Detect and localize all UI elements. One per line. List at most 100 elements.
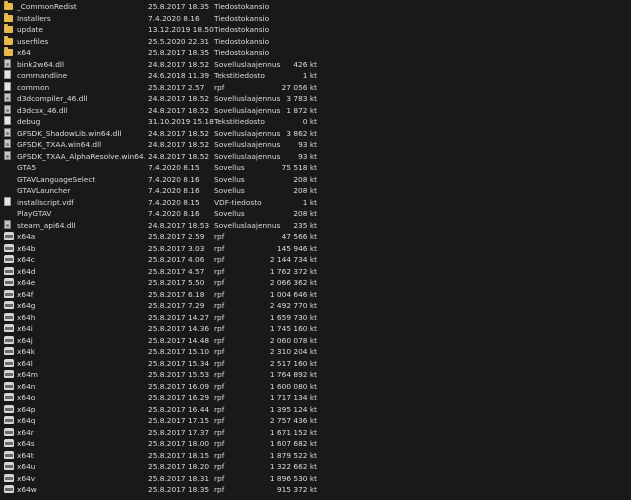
file-row[interactable]: GTAVLauncher 7.4.2020 8.16 Sovellus 208 kt — [0, 185, 631, 197]
file-date: 24.8.2017 18.52 — [148, 94, 210, 103]
file-row[interactable]: x64h 25.8.2017 14.27 rpf 1 659 730 kt — [0, 312, 631, 324]
rpf-archive-icon — [4, 462, 14, 470]
file-icon-cell — [4, 1, 14, 13]
file-row[interactable]: x64i 25.8.2017 14.36 rpf 1 745 160 kt — [0, 323, 631, 335]
folder-icon — [4, 35, 13, 45]
file-row[interactable]: x64d 25.8.2017 4.57 rpf 1 762 372 kt — [0, 266, 631, 278]
file-name: GTA5 — [17, 163, 37, 172]
dll-icon — [4, 150, 11, 160]
file-name: x64c — [17, 255, 35, 264]
file-name: x64l — [17, 358, 33, 368]
rpf-archive-icon — [4, 335, 14, 344]
file-row[interactable]: x64m 25.8.2017 15.53 rpf 1 764 892 kt — [0, 369, 631, 381]
file-row[interactable]: GFSDK_TXAA_AlphaResolve.win64.dll 24.8.20… — [0, 150, 631, 163]
file-name: GFSDK_TXAA_AlphaResolve.win64.dll — [17, 151, 145, 161]
file-name: x64r — [17, 427, 34, 437]
file-icon-cell — [4, 438, 14, 450]
file-row[interactable]: x64s 25.8.2017 18.00 rpf 1 607 682 kt — [0, 438, 631, 450]
file-row[interactable]: GTA5 7.4.2020 8.15 Sovellus 75 518 kt — [0, 162, 631, 174]
file-size: 1 879 522 kt — [269, 450, 317, 460]
file-name: x64k — [17, 347, 36, 356]
file-name: _CommonRedist — [17, 2, 77, 11]
file-row[interactable]: x64e 25.8.2017 5.50 rpf 2 066 362 kt — [0, 277, 631, 289]
file-size: 2 310 204 kt — [269, 347, 317, 356]
file-icon-cell — [4, 139, 14, 151]
file-row[interactable]: x64r 25.8.2017 17.37 rpf 1 671 152 kt — [0, 427, 631, 439]
file-icon-cell — [4, 381, 14, 393]
file-name: commandline — [17, 71, 68, 80]
file-icon-cell — [4, 404, 14, 416]
file-size: 3 783 kt — [286, 94, 317, 103]
file-row[interactable]: GFSDK_ShadowLib.win64.dll 24.8.2017 18.52… — [0, 127, 631, 140]
file-name: x64d — [17, 266, 36, 276]
file-row[interactable]: x64f 25.8.2017 6.18 rpf 1 004 646 kt — [0, 289, 631, 301]
file-size: 208 kt — [293, 209, 317, 218]
file-row[interactable]: x64o 25.8.2017 16.29 rpf 1 717 134 kt — [0, 392, 631, 404]
file-name: userfiles — [17, 36, 49, 46]
file-size: 2 517 160 kt — [269, 358, 317, 368]
file-date: 25.8.2017 2.57 — [148, 82, 205, 92]
file-icon-cell — [4, 358, 14, 370]
file-row[interactable]: x64c 25.8.2017 4.06 rpf 2 144 734 kt — [0, 254, 631, 266]
rpf-archive-icon — [4, 439, 14, 447]
file-row[interactable]: x64b 25.8.2017 3.03 rpf 145 946 kt — [0, 243, 631, 255]
file-row[interactable]: x64n 25.8.2017 16.09 rpf 1 600 080 kt — [0, 381, 631, 393]
file-row[interactable]: GFSDK_TXAA.win64.dll 24.8.2017 18.52 Sovel… — [0, 139, 631, 151]
file-row[interactable]: x64q 25.8.2017 17.15 rpf 2 757 436 kt — [0, 415, 631, 427]
file-icon-cell — [4, 243, 14, 255]
file-row[interactable]: x64k 25.8.2017 15.10 rpf 2 310 204 kt — [0, 346, 631, 358]
file-row[interactable]: Installers 7.4.2020 8.16 Tiedostokansio — [0, 12, 631, 25]
file-date: 7.4.2020 8.16 — [148, 209, 200, 218]
file-icon-cell — [4, 104, 14, 117]
file-row[interactable]: steam_api64.dll 24.8.2017 18.53 Sovellusla… — [0, 219, 631, 232]
file-row[interactable]: x64g 25.8.2017 7.29 rpf 2 492 770 kt — [0, 300, 631, 312]
file-name: common — [17, 82, 50, 92]
file-row[interactable]: x64j 25.8.2017 14.48 rpf 2 060 078 kt — [0, 335, 631, 347]
file-name: update — [17, 25, 44, 34]
file-row[interactable]: common 25.8.2017 2.57 rpf 27 056 kt — [0, 81, 631, 94]
file-date: 25.8.2017 17.37 — [148, 427, 210, 437]
folder-icon — [4, 24, 13, 33]
file-row[interactable]: installscript.vdf 7.4.2020 8.15 VDF-tiedos… — [0, 196, 631, 209]
dll-icon — [4, 127, 11, 137]
file-row[interactable]: x64v 25.8.2017 18.31 rpf 1 896 530 kt — [0, 473, 631, 485]
file-date: 7.4.2020 8.15 — [148, 197, 200, 207]
file-row[interactable]: x64l 25.8.2017 15.34 rpf 2 517 160 kt — [0, 358, 631, 370]
file-icon-cell — [4, 81, 14, 94]
file-size: 1 762 372 kt — [269, 266, 317, 276]
file-date: 13.12.2019 18.50 — [148, 25, 214, 34]
file-name: installscript.vdf — [17, 197, 74, 207]
rpf-archive-icon — [4, 278, 14, 286]
file-date: 25.8.2017 16.09 — [148, 381, 210, 391]
file-row[interactable]: PlayGTAV 7.4.2020 8.16 Sovellus 208 kt — [0, 208, 631, 220]
file-icon-cell — [4, 196, 14, 209]
file-size: 1 600 080 kt — [269, 381, 317, 391]
file-row[interactable]: GTAVLanguageSelect 7.4.2020 8.16 Sovellus 2… — [0, 174, 631, 186]
file-row[interactable]: userfiles 25.5.2020 22.31 Tiedostokansio — [0, 35, 631, 48]
file-row[interactable]: debug 31.10.2019 15.18 Tekstitiedosto 0 kt — [0, 116, 631, 128]
file-row[interactable]: _CommonRedist 25.8.2017 18.35 Tiedostokans… — [0, 1, 631, 13]
rpf-archive-icon — [4, 255, 14, 263]
file-row[interactable]: x64t 25.8.2017 18.15 rpf 1 879 522 kt — [0, 450, 631, 462]
file-size: 1 659 730 kt — [269, 312, 317, 322]
file-row[interactable]: d3dcsx_46.dll 24.8.2017 18.52 Sovelluslaaj… — [0, 104, 631, 117]
file-row[interactable]: x64u 25.8.2017 18.20 rpf 1 322 662 kt — [0, 461, 631, 473]
file-list: _CommonRedist 25.8.2017 18.35 Tiedostokans… — [0, 0, 631, 500]
file-date: 24.8.2017 18.52 — [148, 105, 210, 115]
file-row[interactable]: x64 25.8.2017 18.35 Tiedostokansio — [0, 47, 631, 59]
file-size: 93 kt — [298, 151, 317, 161]
file-name: x64a — [17, 232, 36, 241]
file-row[interactable]: commandline 24.6.2018 11.39 Tekstitiedosto… — [0, 70, 631, 82]
file-row[interactable]: x64a 25.8.2017 2.59 rpf 47 566 kt — [0, 231, 631, 243]
dll-icon — [4, 219, 11, 229]
file-icon-cell — [4, 473, 14, 485]
file-row[interactable]: bink2w64.dll 24.8.2017 18.52 Sovelluslaaje… — [0, 58, 631, 71]
file-icon-cell — [4, 289, 14, 301]
file-name: Installers — [17, 13, 51, 23]
file-row[interactable]: x64w 25.8.2017 18.35 rpf 915 372 kt — [0, 484, 631, 496]
file-row[interactable]: d3dcompiler_46.dll 24.8.2017 18.52 Sovellu… — [0, 93, 631, 105]
file-row[interactable]: x64p 25.8.2017 16.44 rpf 1 395 124 kt — [0, 404, 631, 416]
file-name: x64j — [17, 335, 33, 345]
file-size: 1 717 134 kt — [269, 393, 317, 402]
file-row[interactable]: update 13.12.2019 18.50 Tiedostokansio — [0, 24, 631, 36]
